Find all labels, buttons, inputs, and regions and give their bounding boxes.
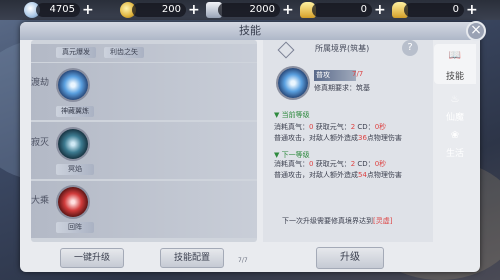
skill-name: 回阵 (56, 222, 94, 233)
skill-name: 神藏翼炼 (56, 106, 94, 117)
add-silver-moon-button[interactable]: + (82, 3, 94, 17)
realm-label: 渡劫 (31, 78, 50, 88)
skill-icon[interactable] (58, 187, 88, 217)
lotus-icon: ❀ (450, 130, 460, 141)
current-level-heading: ▼ 当前等级 (274, 111, 310, 119)
realm-requirement-title: 所属境界(筑基) (315, 44, 370, 53)
silver-moon-value: 4705 (36, 3, 80, 17)
resource-gold: 200 + (120, 2, 200, 18)
next-upgrade-requirement: 下一次升级需要修真境界达到[灵虚] (282, 217, 393, 225)
skill-level: 7/7 (352, 70, 364, 78)
tab-immortal-demon[interactable]: 仙魔 (436, 110, 474, 123)
upgrade-button[interactable]: 升级 (316, 247, 384, 269)
realm-label: 大乘 (31, 196, 50, 206)
add-silver-bar-button[interactable]: + (282, 3, 294, 17)
skill-tag[interactable]: 利齿之矢 (104, 47, 144, 58)
current-description: 普通攻击，对敌人额外造成36点物理伤害 (274, 134, 402, 142)
skill-name: 冥焰 (56, 164, 94, 175)
ingot-b-value: 0 (404, 3, 464, 17)
help-button[interactable]: ? (402, 40, 418, 56)
tab-skill[interactable]: 技能 (436, 69, 474, 82)
next-description: 普通攻击，对敌人额外造成54点物理伤害 (274, 171, 402, 179)
tab-life[interactable]: 生活 (436, 146, 474, 159)
book-icon: 📖 (448, 50, 462, 61)
resource-ingot-b: 0 + (392, 2, 478, 18)
realm-label: 寂灭 (31, 138, 50, 148)
skill-config-button[interactable]: 技能配置 (160, 248, 224, 268)
resource-ingot-a: 0 + (300, 2, 386, 18)
add-gold-button[interactable]: + (188, 3, 200, 17)
panel-title: 技能 (20, 22, 480, 40)
resource-silver-moon: 4705 + (24, 2, 94, 18)
skill-name: 普攻 (314, 70, 356, 81)
immortal-demon-icon: ♨ (450, 94, 460, 105)
ingot-a-value: 0 (312, 3, 372, 17)
close-button[interactable]: × (466, 21, 486, 41)
one-click-upgrade-button[interactable]: 一键升级 (60, 248, 124, 268)
requirement-text: 修真期要求：筑基 (314, 84, 370, 92)
next-stats: 消耗真气：0 获取元气：2 CD：0秒 (274, 160, 387, 168)
skill-icon[interactable] (58, 70, 88, 100)
skill-tag[interactable]: 真元爆发 (56, 47, 96, 58)
silver-bar-value: 2000 (218, 3, 280, 17)
add-ingot-b-button[interactable]: + (466, 3, 478, 17)
skill-icon[interactable] (58, 129, 88, 159)
resource-silver-bar: 2000 + (206, 2, 294, 18)
page-indicator: 7/7 (238, 257, 248, 264)
gold-value: 200 (132, 3, 186, 17)
selected-skill-icon (278, 68, 308, 98)
add-ingot-a-button[interactable]: + (374, 3, 386, 17)
current-stats: 消耗真气：0 获取元气：2 CD：0秒 (274, 123, 387, 131)
